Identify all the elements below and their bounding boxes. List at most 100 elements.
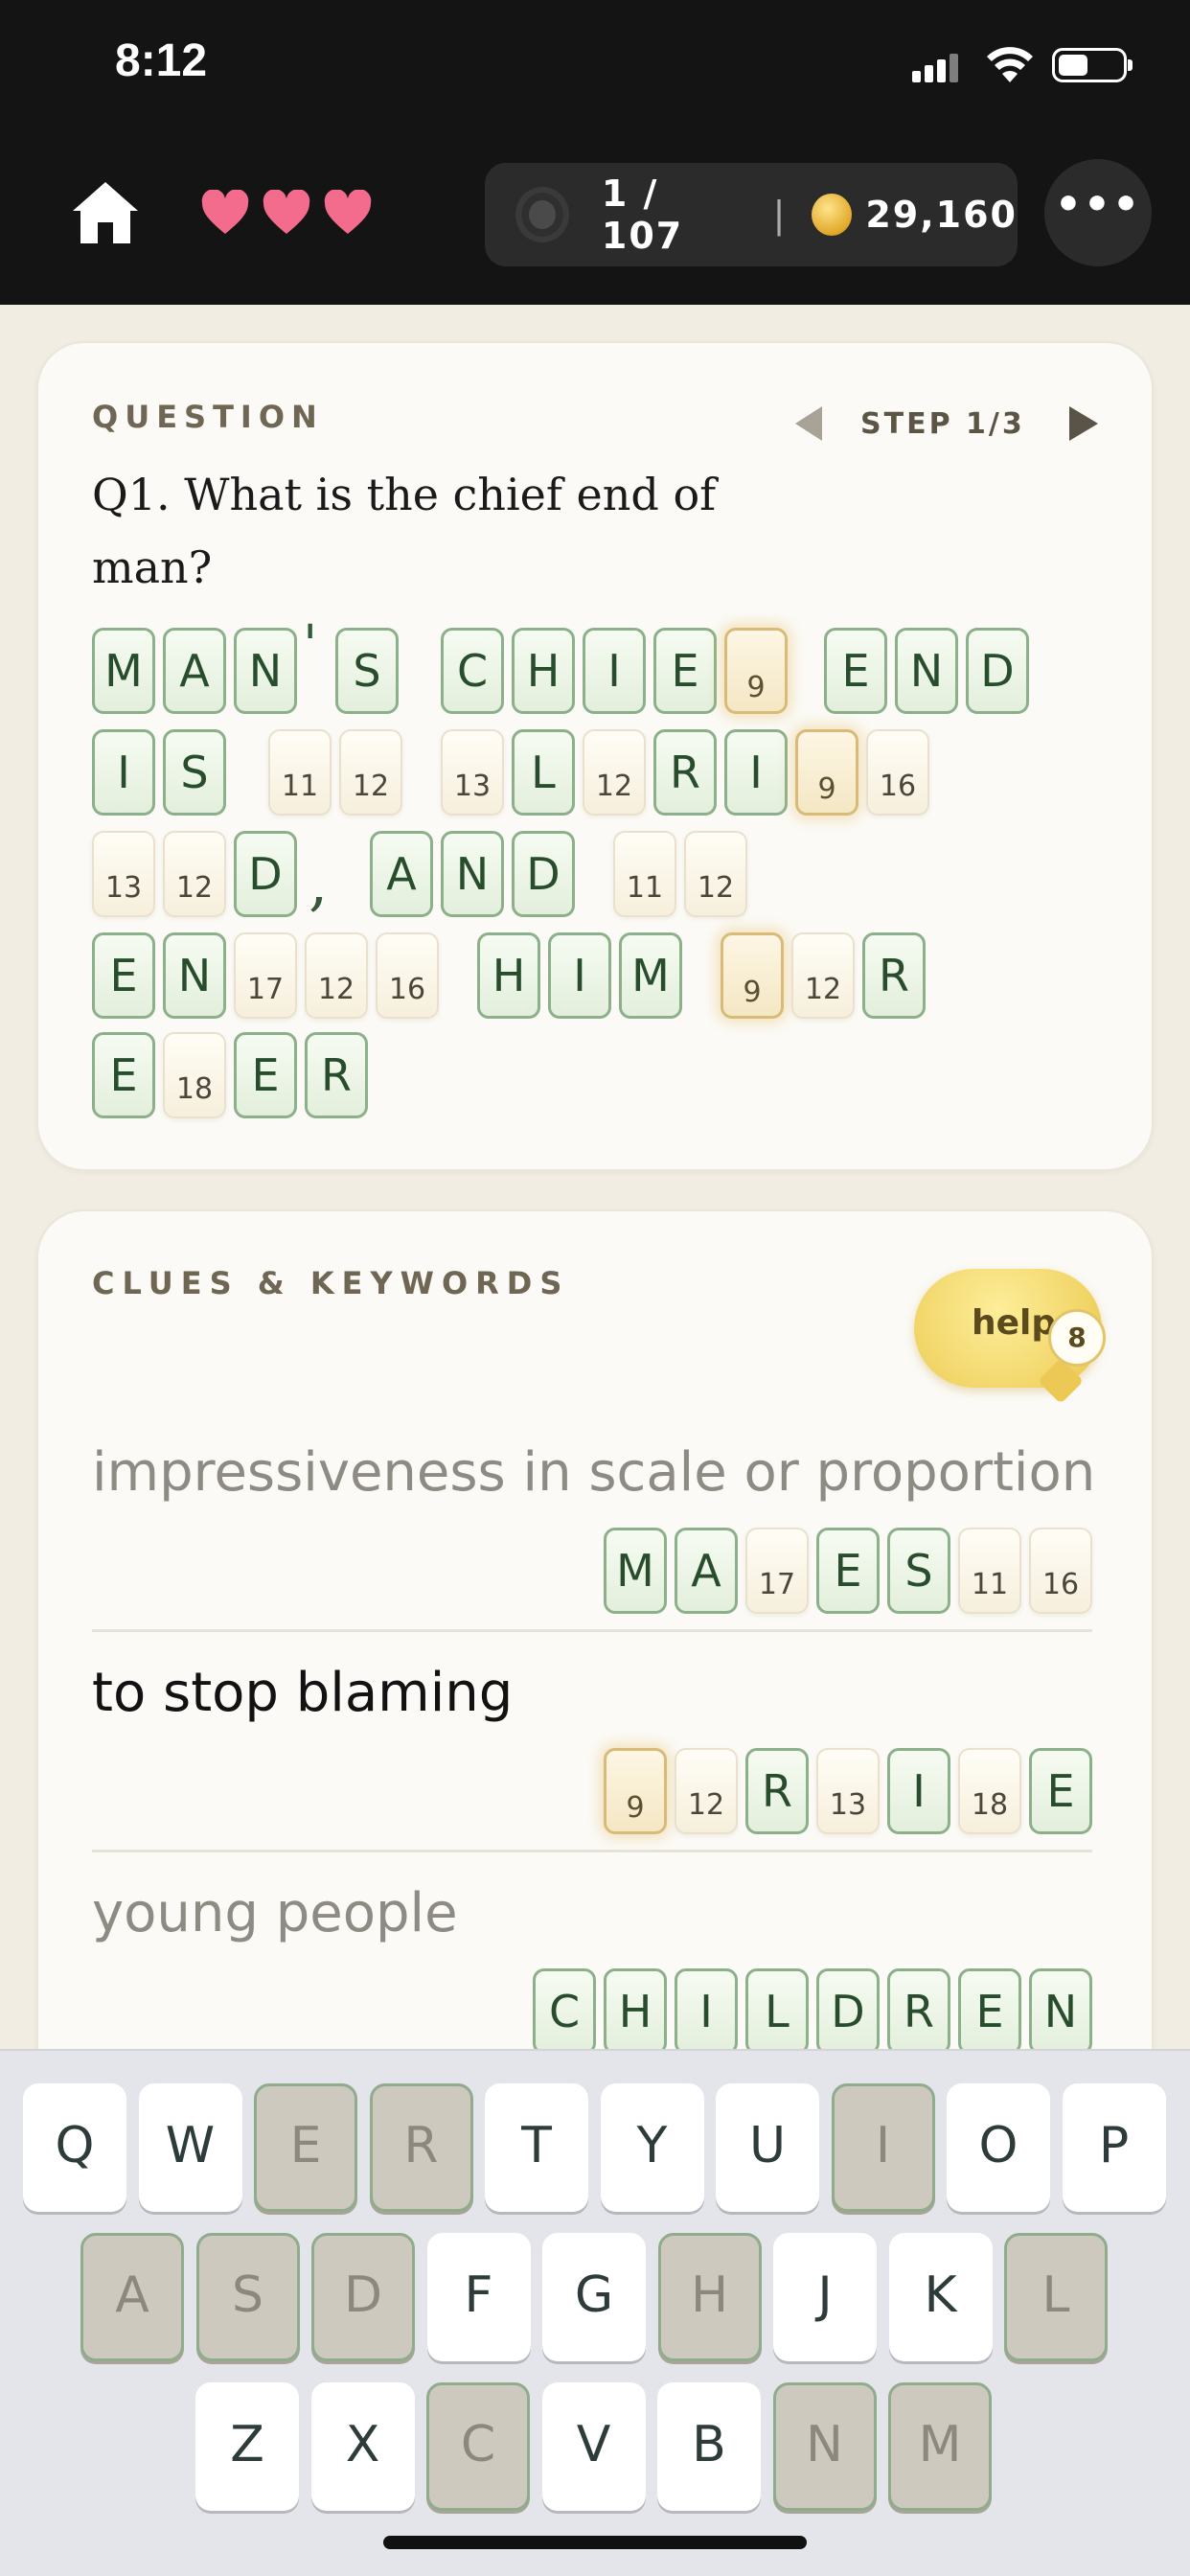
letter-tile: C [533, 1968, 596, 2055]
letter-tile: I [724, 729, 788, 816]
prev-step-icon[interactable] [795, 406, 822, 441]
key-z[interactable]: Z [195, 2382, 299, 2511]
key-t[interactable]: T [485, 2083, 588, 2212]
number-tile[interactable]: 12 [675, 1748, 738, 1834]
key-m[interactable]: M [888, 2382, 992, 2511]
key-x[interactable]: X [310, 2382, 415, 2511]
key-p[interactable]: P [1062, 2083, 1166, 2212]
number-tile[interactable]: 18 [958, 1748, 1021, 1834]
key-s[interactable]: S [195, 2233, 300, 2361]
signal-icon [912, 54, 960, 82]
letter-tile: M [604, 1528, 667, 1614]
answer-punctuation: ' [303, 614, 318, 677]
letter-tile: L [745, 1968, 809, 2055]
key-a[interactable]: A [80, 2233, 184, 2361]
progress-ring-icon [515, 187, 569, 242]
letter-tile: D [966, 628, 1029, 714]
letter-tile: E [92, 1032, 155, 1118]
keyboard: QWERTYUIOP ASDFGHJKL ZXCVBNM [0, 2049, 1190, 2576]
number-tile[interactable]: 11 [958, 1528, 1021, 1614]
key-o[interactable]: O [947, 2083, 1050, 2212]
number-tile[interactable]: 12 [684, 831, 747, 917]
key-g[interactable]: G [542, 2233, 646, 2361]
stats-pill[interactable]: 1 / 107 | 29,160 [485, 163, 1018, 266]
key-d[interactable]: D [311, 2233, 415, 2361]
letter-tile: C [441, 628, 504, 714]
wifi-icon [987, 47, 1033, 82]
number-tile[interactable]: 11 [268, 729, 332, 816]
letter-tile: R [305, 1032, 368, 1118]
number-tile[interactable]: 12 [305, 932, 368, 1019]
heart-icon [324, 190, 372, 234]
selected-number-tile[interactable]: 9 [795, 729, 858, 816]
clues-label: CLUES & KEYWORDS [92, 1265, 570, 1301]
selected-number-tile[interactable]: 9 [721, 932, 784, 1019]
more-icon[interactable]: ••• [1044, 159, 1152, 266]
step-nav: STEP 1/3 [795, 406, 1098, 441]
key-u[interactable]: U [716, 2083, 819, 2212]
number-tile[interactable]: 12 [163, 831, 226, 917]
letter-tile: S [887, 1528, 950, 1614]
number-tile[interactable]: 18 [163, 1032, 226, 1118]
number-tile[interactable]: 17 [745, 1528, 809, 1614]
key-k[interactable]: K [888, 2233, 993, 2361]
number-tile[interactable]: 16 [376, 932, 439, 1019]
answer-punctuation: , [309, 848, 329, 919]
letter-tile: L [512, 729, 575, 816]
key-r[interactable]: R [369, 2083, 473, 2212]
letter-tile: N [234, 628, 297, 714]
letter-tile: A [675, 1528, 738, 1614]
letter-tile: E [824, 628, 887, 714]
key-y[interactable]: Y [600, 2083, 704, 2212]
home-indicator[interactable] [383, 2536, 807, 2549]
question-text: Q1. What is the chief end of man? [92, 469, 717, 593]
selected-number-tile[interactable]: 9 [604, 1748, 667, 1834]
key-w[interactable]: W [138, 2083, 242, 2212]
letter-tile: E [816, 1528, 880, 1614]
key-v[interactable]: V [541, 2382, 646, 2511]
key-e[interactable]: E [254, 2083, 357, 2212]
clue-text[interactable]: impressiveness in scale or proportion [92, 1441, 1095, 1504]
number-tile[interactable]: 16 [1029, 1528, 1092, 1614]
key-j[interactable]: J [773, 2233, 877, 2361]
heart-icon [201, 190, 249, 234]
key-q[interactable]: Q [23, 2083, 126, 2212]
letter-tile: D [512, 831, 575, 917]
clue-text[interactable]: to stop blaming [92, 1662, 513, 1724]
next-step-icon[interactable] [1068, 406, 1098, 441]
letter-tile: E [234, 1032, 297, 1118]
clue-divider [92, 1850, 1092, 1852]
key-l[interactable]: L [1004, 2233, 1108, 2361]
letter-tile: E [1029, 1748, 1092, 1834]
clue-text[interactable]: young people [92, 1882, 458, 1944]
letter-tile: H [477, 932, 540, 1019]
letter-tile: E [92, 932, 155, 1019]
number-tile[interactable]: 17 [234, 932, 297, 1019]
key-n[interactable]: N [772, 2382, 877, 2511]
key-b[interactable]: B [657, 2382, 761, 2511]
key-c[interactable]: C [426, 2382, 530, 2511]
home-icon[interactable] [71, 178, 140, 247]
number-tile[interactable]: 13 [92, 831, 155, 917]
top-bar: 8:12 1 / 107 | 29,160 ••• [0, 0, 1190, 305]
letter-tile: E [958, 1968, 1021, 2055]
help-button[interactable]: help 8 [914, 1269, 1106, 1405]
number-tile[interactable]: 12 [791, 932, 855, 1019]
number-tile[interactable]: 13 [441, 729, 504, 816]
key-h[interactable]: H [657, 2233, 762, 2361]
number-tile[interactable]: 12 [339, 729, 402, 816]
letter-tile: N [895, 628, 958, 714]
number-tile[interactable]: 11 [613, 831, 676, 917]
selected-number-tile[interactable]: 9 [724, 628, 788, 714]
question-card: QUESTION STEP 1/3 Q1. What is the chief … [36, 341, 1154, 1171]
number-tile[interactable]: 16 [866, 729, 929, 816]
key-i[interactable]: I [831, 2083, 935, 2212]
key-f[interactable]: F [426, 2233, 531, 2361]
letter-tile: R [887, 1968, 950, 2055]
letter-tile: M [619, 932, 682, 1019]
letter-tile: E [653, 628, 717, 714]
number-tile[interactable]: 12 [583, 729, 646, 816]
heart-icon [263, 190, 310, 234]
help-count-badge: 8 [1048, 1309, 1106, 1367]
number-tile[interactable]: 13 [816, 1748, 880, 1834]
